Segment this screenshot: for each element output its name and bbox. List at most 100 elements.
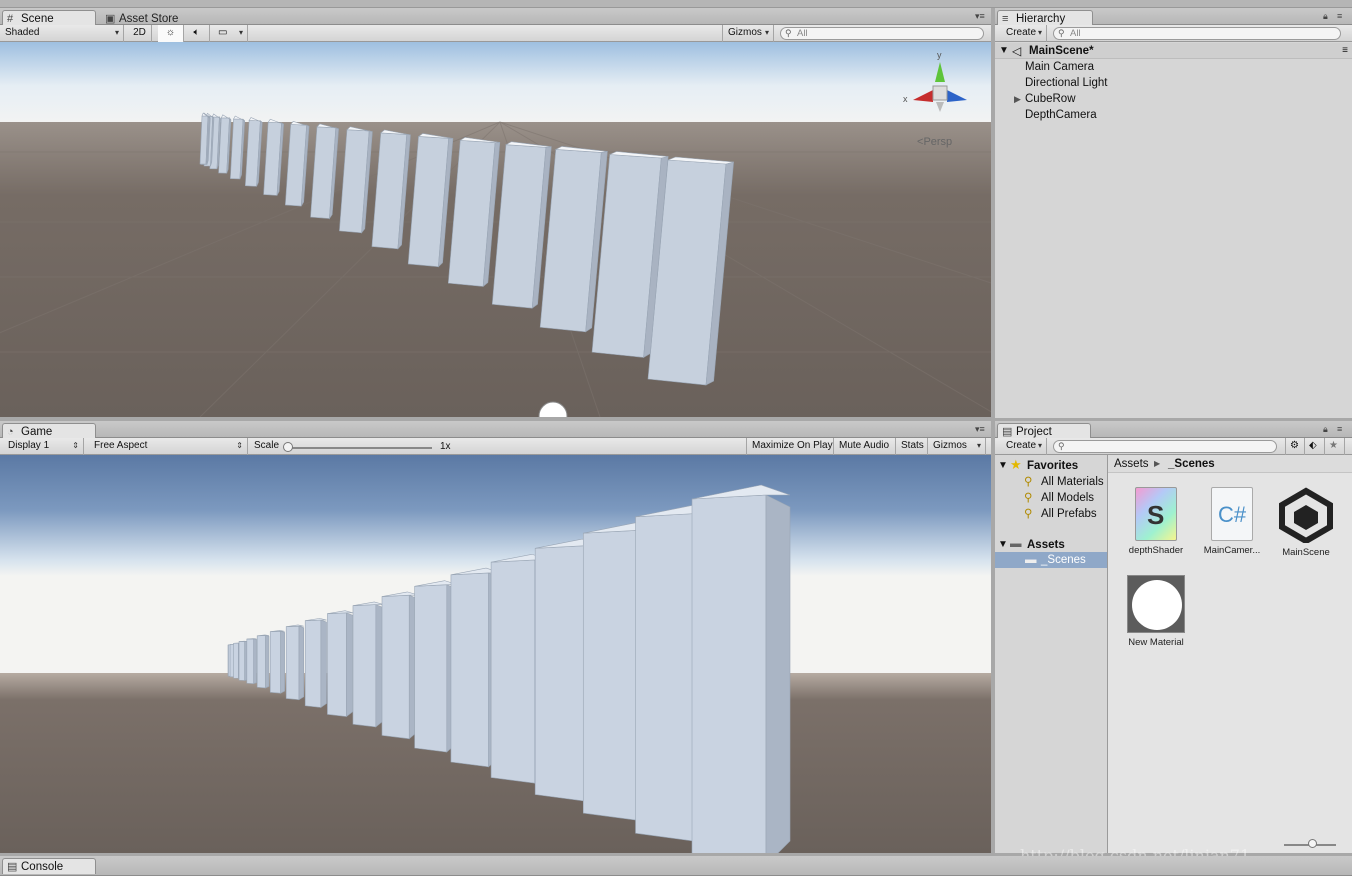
search-icon: ⚲ (785, 28, 792, 38)
mute-audio-toggle[interactable]: Mute Audio (834, 438, 896, 455)
expand-arrow-icon[interactable]: ▶ (1014, 91, 1021, 107)
orientation-gizmo[interactable]: y x (903, 50, 975, 126)
project-tree: ▼ ★ Favorites ⚲ All Materials ⚲ All Mode… (995, 455, 1108, 853)
display-dropdown[interactable]: Display 1 ⇕ (0, 438, 84, 455)
pillar-side (265, 635, 270, 689)
lock-icon[interactable]: 🔒︎ (1323, 424, 1328, 435)
game-gizmos-dropdown[interactable]: Gizmos ▾ (928, 438, 986, 455)
asset-label: MainScene (1282, 547, 1330, 558)
pillar-front (233, 642, 239, 679)
asset-item[interactable]: S depthShader (1120, 487, 1192, 556)
tab-project-label: Project (1016, 426, 1052, 438)
pillar-front (635, 512, 702, 843)
scale-label: Scale (254, 440, 280, 451)
scale-slider-track[interactable] (286, 447, 432, 449)
project-search-input[interactable]: ⚲ (1053, 440, 1277, 453)
tab-scene[interactable]: # Scene (2, 10, 96, 26)
tab-game[interactable]: ◔ Game (2, 423, 96, 439)
tab-asset-store[interactable]: ▣ Asset Store (100, 10, 192, 26)
tab-console[interactable]: ▤ Console (2, 858, 96, 874)
hierarchy-create-dropdown[interactable]: Create ▾ (1001, 25, 1047, 42)
projection-toggle[interactable]: <Persp (917, 136, 952, 148)
scale-value: 1x (440, 441, 451, 452)
hierarchy-item-label: DepthCamera (1025, 109, 1097, 121)
scene-render (0, 42, 991, 417)
projection-label: Persp (923, 136, 953, 148)
hierarchy-item[interactable]: Directional Light (995, 75, 1352, 91)
tab-project[interactable]: ▤ Project (997, 423, 1091, 439)
chevron-updown-icon: ⇕ (72, 441, 79, 450)
display-label: Display 1 (8, 440, 50, 451)
asset-label: New Material (1128, 637, 1184, 648)
breadcrumb-item[interactable]: _Scenes (1168, 455, 1215, 473)
pillar-front (691, 494, 767, 853)
axis-y-label: y (937, 50, 942, 60)
tab-hierarchy[interactable]: ≡ Hierarchy (997, 10, 1093, 26)
project-create-dropdown[interactable]: Create ▾ (1001, 438, 1047, 455)
pillar-front (304, 619, 322, 708)
scene-root-row[interactable]: ▼ ◁ MainScene* ≡ (995, 43, 1352, 59)
assets-folder-label[interactable]: Assets (1027, 537, 1065, 553)
shader-icon: S (1135, 487, 1177, 541)
chevron-down-icon: ▾ (764, 28, 769, 37)
chevron-down-icon: ▾ (976, 441, 981, 450)
scene-panel-menu-icon[interactable]: ▾≡ (975, 11, 985, 22)
asset-item[interactable]: New Material (1120, 575, 1192, 648)
lighting-toggle[interactable]: ☼ (158, 25, 184, 42)
breadcrumb-item[interactable]: Assets (1114, 455, 1149, 473)
project-panel-menu-icon[interactable]: ≡ (1337, 424, 1342, 434)
scenes-folder-label: _Scenes (1041, 554, 1086, 566)
project-create-label: Create (1006, 440, 1037, 451)
effects-dropdown[interactable]: ▭ ▾ (212, 25, 248, 42)
game-panel-menu-icon[interactable]: ▾≡ (975, 424, 985, 435)
favorite-button[interactable]: ★ (1325, 438, 1345, 455)
expand-arrow-icon[interactable]: ▼ (998, 537, 1008, 553)
asset-item[interactable]: C# MainCamer... (1196, 487, 1268, 556)
breadcrumb: Assets ▶ _Scenes (1108, 455, 1352, 473)
maximize-on-play-toggle[interactable]: Maximize On Play (746, 438, 834, 455)
favorites-star-icon: ★ (1010, 457, 1022, 472)
hierarchy-item[interactable]: Main Camera (995, 59, 1352, 75)
stats-toggle[interactable]: Stats (896, 438, 928, 455)
filter-by-type-button[interactable]: ⚙︎ (1285, 438, 1305, 455)
scenes-folder-row[interactable]: ▬ _Scenes (995, 552, 1107, 568)
hierarchy-search-input[interactable]: ⚲ All (1053, 27, 1341, 40)
pacman-icon: ◔ (7, 426, 14, 438)
asset-item[interactable]: MainScene (1270, 487, 1342, 558)
tab-console-label: Console (21, 861, 64, 873)
favorite-item[interactable]: All Prefabs (1041, 506, 1097, 522)
scene-row-menu-icon[interactable]: ≡ (1342, 43, 1348, 59)
hierarchy-panel-menu-icon[interactable]: ≡ (1337, 11, 1342, 21)
pillar-front (256, 635, 266, 689)
icon-size-slider-thumb[interactable] (1308, 839, 1317, 848)
game-viewport[interactable] (0, 455, 991, 853)
hierarchy-toolbar: Create ▾ ⚲ All (995, 25, 1352, 42)
scene-viewport[interactable]: y x <Persp (0, 42, 991, 417)
filter-by-label-button[interactable]: ⬖ (1305, 438, 1325, 455)
hierarchy-item[interactable]: ▶ CubeRow (995, 91, 1352, 107)
axis-gizmo-icon (913, 62, 967, 112)
image-icon: ▭ (218, 27, 228, 38)
game-gizmos-label: Gizmos (933, 440, 967, 451)
folder-icon: ▬ (1025, 554, 1037, 566)
shading-mode-dropdown[interactable]: Shaded ▾ (0, 25, 124, 42)
favorites-label[interactable]: Favorites (1027, 458, 1078, 474)
scale-slider-thumb[interactable] (283, 442, 293, 452)
hierarchy-item-label: CubeRow (1025, 93, 1076, 105)
chevron-updown-icon: ⇕ (236, 441, 243, 450)
toggle-2d-button[interactable]: 2D (128, 25, 152, 42)
favorite-item[interactable]: All Models (1041, 490, 1094, 506)
aspect-dropdown[interactable]: Free Aspect ⇕ (88, 438, 248, 455)
tag-icon: ⬖ (1309, 440, 1317, 451)
favorite-item[interactable]: All Materials (1041, 474, 1104, 490)
audio-toggle[interactable]: 🔈︎ (184, 25, 210, 42)
scene-gizmos-dropdown[interactable]: Gizmos ▾ (722, 25, 774, 42)
aspect-label: Free Aspect (94, 440, 148, 451)
expand-arrow-icon[interactable]: ▼ (998, 458, 1008, 474)
scene-search-input[interactable]: ⚲ All (780, 27, 984, 40)
hierarchy-item[interactable]: DepthCamera (995, 107, 1352, 123)
folder-icon: ▬ (1010, 538, 1022, 550)
lock-icon[interactable]: 🔒︎ (1323, 11, 1328, 22)
pillar-front (246, 638, 254, 684)
expand-arrow-icon[interactable]: ▼ (999, 43, 1009, 59)
